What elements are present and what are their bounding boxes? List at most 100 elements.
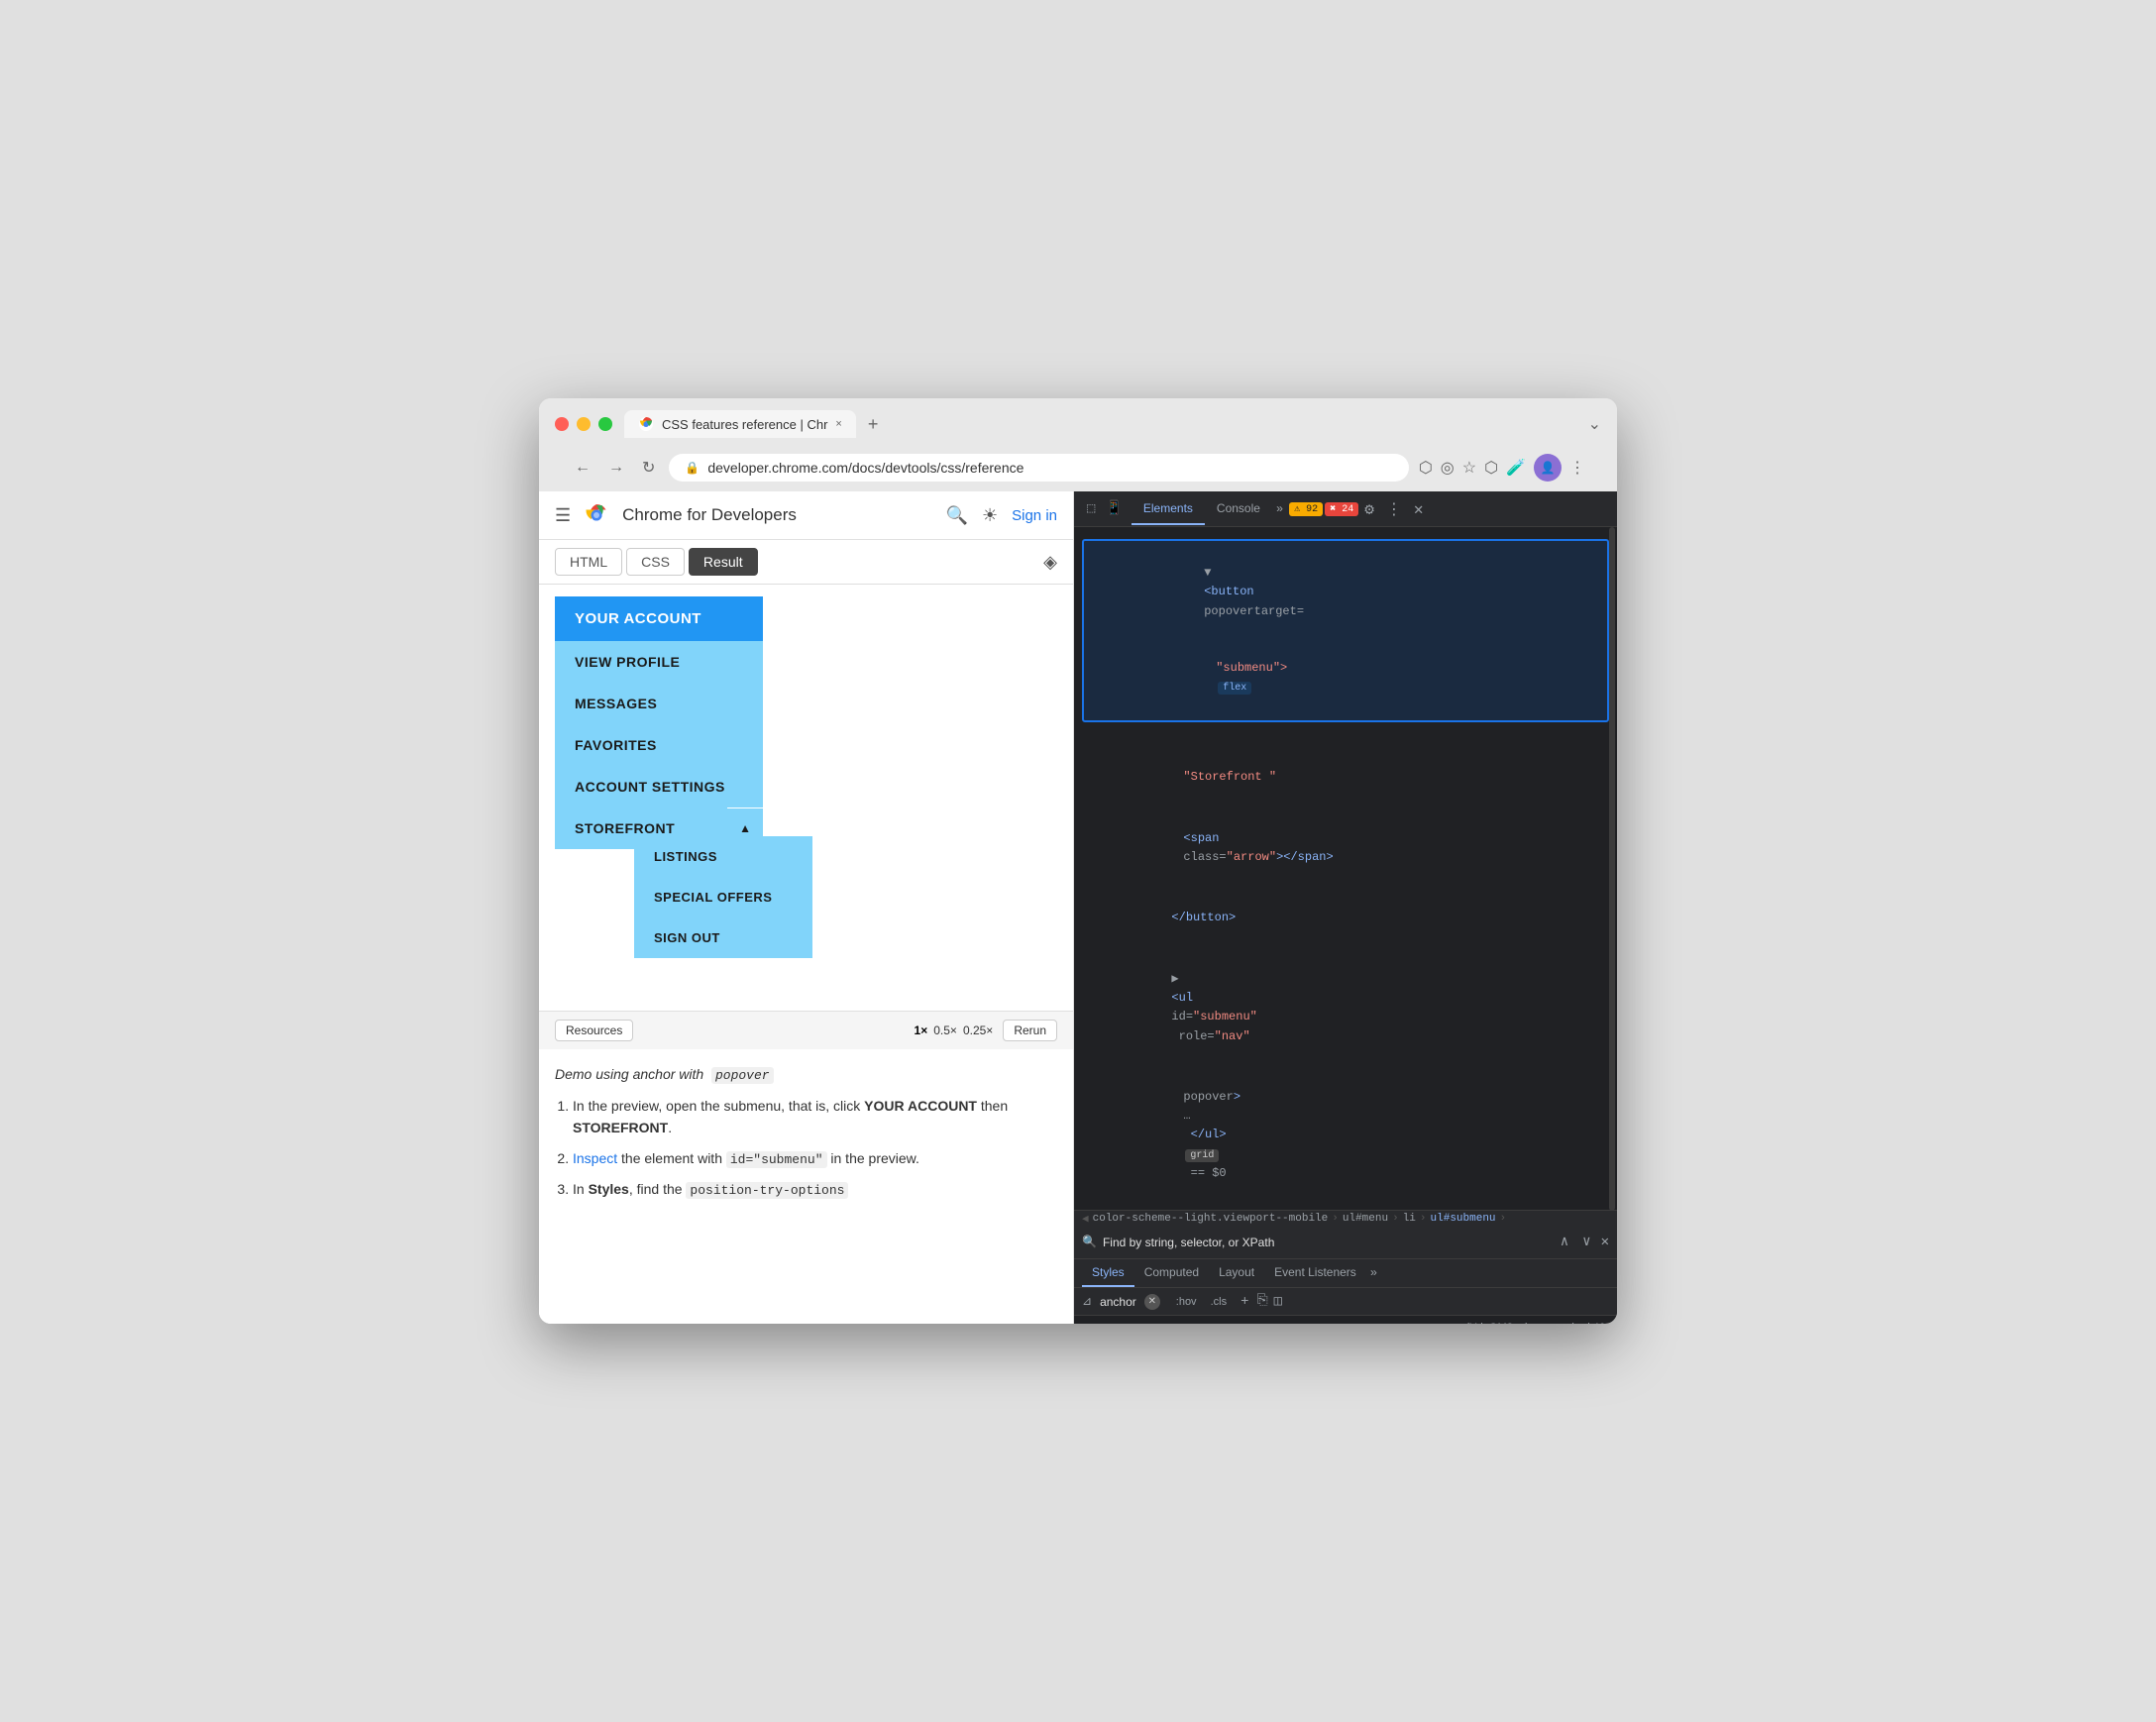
devtools-close-icon[interactable]: ✕ <box>1408 493 1430 525</box>
hamburger-icon[interactable]: ☰ <box>555 505 571 526</box>
theme-icon[interactable]: ☀ <box>982 505 998 526</box>
avatar-initial: 👤 <box>1541 461 1556 475</box>
flex-badge: flex <box>1218 682 1251 695</box>
popover-code: popover <box>711 1067 774 1084</box>
breadcrumb-menu[interactable]: ul#menu <box>1343 1213 1388 1225</box>
filter-down-btn[interactable]: ∨ <box>1578 1232 1594 1252</box>
layout-tab[interactable]: Layout <box>1209 1259 1264 1287</box>
html-ul-line[interactable]: ▶ <ul id="submenu" role="nav" <box>1074 949 1617 1067</box>
add-rule-icon[interactable]: + <box>1240 1294 1248 1310</box>
shadow-editor-icon[interactable]: ◫ <box>1274 1293 1282 1310</box>
more-tabs-btn[interactable]: » <box>1272 496 1287 522</box>
extension-icon[interactable]: ⬡ <box>1484 458 1498 478</box>
zoom-025x[interactable]: 0.25× <box>963 1023 993 1037</box>
submenu-id-code: id="submenu" <box>726 1151 827 1168</box>
view-profile-item[interactable]: VIEW PROFILE <box>555 641 763 683</box>
embed-icon[interactable]: ◈ <box>1043 552 1057 573</box>
close-traffic-light[interactable] <box>555 417 569 431</box>
breadcrumb-color-scheme[interactable]: color-scheme--light.viewport--mobile <box>1093 1213 1329 1225</box>
cast-icon[interactable]: ⬡ <box>1419 458 1433 478</box>
tab-menu-btn[interactable]: ⌄ <box>1588 414 1601 434</box>
profile-icon[interactable]: 🧪 <box>1506 458 1526 478</box>
css-tab[interactable]: CSS <box>626 548 685 576</box>
fullscreen-traffic-light[interactable] <box>598 417 612 431</box>
computed-tab[interactable]: Computed <box>1134 1259 1209 1287</box>
page-panel: ☰ Chrome for Developers 🔍 ☀ Sign in <box>539 491 1074 1324</box>
devtools-settings-icon[interactable]: ⚙ <box>1358 493 1380 525</box>
nav-menu: YOUR ACCOUNT VIEW PROFILE MESSAGES FAVOR… <box>555 596 763 849</box>
active-tab[interactable]: CSS features reference | Chr × <box>624 410 856 438</box>
messages-item[interactable]: MESSAGES <box>555 683 763 724</box>
new-tab-btn[interactable]: + <box>860 412 887 437</box>
filter-input[interactable] <box>1103 1236 1551 1249</box>
demo-subtitle: Demo using anchor with popover <box>555 1063 1057 1087</box>
elements-scrollbar[interactable] <box>1609 527 1615 1211</box>
step1-bold2: STOREFRONT <box>573 1120 668 1135</box>
devtools-panel: ⬚ 📱 Elements Console » ⚠ 92 ✖ 24 ⚙ ⋮ ✕ <box>1074 491 1617 1324</box>
css-rule-source[interactable]: mdYdpOM?ani…pe=embed:46 <box>1074 1320 1617 1324</box>
zoom-1x[interactable]: 1× <box>915 1023 928 1037</box>
inspect-link[interactable]: Inspect <box>573 1150 617 1166</box>
forward-btn[interactable]: → <box>604 455 628 481</box>
reload-btn[interactable]: ↻ <box>638 454 659 482</box>
step2-mid: the element with <box>617 1150 726 1166</box>
elements-pane: ▼ <button popovertarget= "submenu"> flex <box>1074 527 1617 1211</box>
breadcrumb-nav-left[interactable]: ◀ <box>1082 1212 1089 1226</box>
main-content: ☰ Chrome for Developers 🔍 ☀ Sign in <box>539 491 1617 1324</box>
styles-tab[interactable]: Styles <box>1082 1259 1134 1287</box>
device-mode-icon[interactable]: 📱 <box>1102 497 1125 520</box>
step-3: In Styles, find the position-try-options <box>573 1178 1057 1202</box>
sign-out-item[interactable]: SIGN OUT <box>634 917 812 958</box>
tab-close-btn[interactable]: × <box>835 418 841 430</box>
select-element-icon[interactable]: ⬚ <box>1084 497 1098 520</box>
html-submenu-line[interactable]: "submenu"> flex <box>1090 640 1601 716</box>
filter-anchor-label: anchor <box>1100 1295 1136 1309</box>
html-storefront-line[interactable]: "Storefront " <box>1074 728 1617 808</box>
bookmark-icon[interactable]: ☆ <box>1462 458 1476 478</box>
step1-bold1: YOUR ACCOUNT <box>864 1098 977 1114</box>
account-settings-item[interactable]: ACCOUNT SETTINGS <box>555 766 763 807</box>
step1-mid: then <box>977 1098 1008 1114</box>
description-area: Demo using anchor with popover In the pr… <box>539 1049 1073 1224</box>
html-button-close-line[interactable]: </button> <box>1074 888 1617 949</box>
cls-label[interactable]: .cls <box>1211 1296 1228 1308</box>
filter-close-btn[interactable]: ✕ <box>1601 1234 1609 1250</box>
pseudo-cls-label[interactable]: :hov <box>1176 1296 1197 1308</box>
position-try-code: position-try-options <box>686 1182 848 1199</box>
event-listeners-tab[interactable]: Event Listeners <box>1264 1259 1366 1287</box>
storefront-arrow: ▲ <box>727 808 763 848</box>
rerun-btn[interactable]: Rerun <box>1003 1020 1057 1041</box>
filter-up-btn[interactable]: ∧ <box>1557 1232 1572 1252</box>
special-offers-item[interactable]: SPECIAL OFFERS <box>634 877 812 917</box>
chrome-menu-icon[interactable]: ⋮ <box>1569 458 1585 478</box>
back-btn[interactable]: ← <box>571 455 594 481</box>
html-popover-line[interactable]: popover> … </ul> grid == $0 <box>1074 1067 1617 1204</box>
clear-filter-btn[interactable]: ✕ <box>1144 1294 1160 1310</box>
result-tab[interactable]: Result <box>689 548 758 576</box>
storefront-row: STOREFRONT ▲ <box>555 807 763 849</box>
storefront-btn[interactable]: STOREFRONT <box>555 807 727 849</box>
your-account-btn[interactable]: YOUR ACCOUNT <box>555 596 763 641</box>
reading-mode-icon[interactable]: ◎ <box>1441 458 1455 478</box>
html-tab[interactable]: HTML <box>555 548 622 576</box>
tabs-row: CSS features reference | Chr × + ⌄ <box>624 410 1601 438</box>
favorites-item[interactable]: FAVORITES <box>555 724 763 766</box>
devtools-more-icon[interactable]: ⋮ <box>1380 493 1408 525</box>
breadcrumb-li[interactable]: li <box>1403 1213 1416 1225</box>
zoom-controls: 1× 0.5× 0.25× <box>915 1023 994 1037</box>
profile-avatar[interactable]: 👤 <box>1534 454 1562 482</box>
html-button-line[interactable]: ▼ <button popovertarget= <box>1090 545 1601 640</box>
breadcrumb-submenu[interactable]: ul#submenu <box>1431 1213 1496 1225</box>
styles-more-btn[interactable]: » <box>1366 1260 1381 1286</box>
copy-styles-icon[interactable]: ⎘ <box>1256 1293 1267 1310</box>
sign-in-btn[interactable]: Sign in <box>1012 507 1057 524</box>
minimize-traffic-light[interactable] <box>577 417 591 431</box>
search-icon[interactable]: 🔍 <box>946 505 968 526</box>
console-tab[interactable]: Console <box>1205 493 1272 525</box>
zoom-05x[interactable]: 0.5× <box>933 1023 957 1037</box>
traffic-lights <box>555 417 612 431</box>
resources-btn[interactable]: Resources <box>555 1020 633 1041</box>
html-span-arrow-line[interactable]: <span class="arrow"></span> <box>1074 807 1617 888</box>
elements-tab[interactable]: Elements <box>1132 493 1205 525</box>
url-bar[interactable]: 🔒 developer.chrome.com/docs/devtools/css… <box>669 454 1408 482</box>
